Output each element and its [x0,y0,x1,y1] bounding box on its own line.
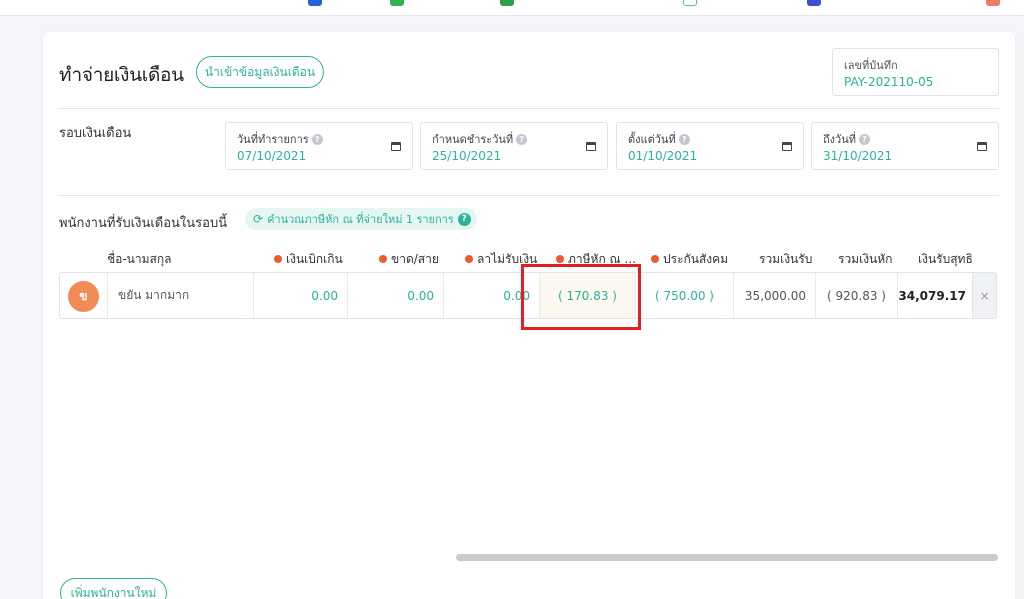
top-toolbar [0,0,1024,16]
advance-input[interactable]: 0.00 [253,273,347,318]
start-date-value: 01/10/2021 [628,149,698,163]
pay-period-label: รอบเงินเดือน [59,126,132,141]
required-dot-icon [651,255,659,263]
transaction-date-label: วันที่ทำรายการ [237,133,309,146]
end-date-value: 31/10/2021 [823,149,893,163]
required-dot-icon [379,255,387,263]
total-deduction-value: ( 920.83 ) [815,273,897,318]
due-date-label: กำหนดชำระวันที่ [432,133,514,146]
toolbar-icon[interactable] [807,0,821,6]
divider [59,108,999,109]
highlight-box [521,264,641,330]
column-header-net-pay: เงินรับสุทธิ [918,252,973,266]
column-header-advance-label: เงินเบิกเกิน [286,252,343,266]
document-number-label: เลขที่บันทึก [844,59,898,72]
import-salary-button[interactable]: นำเข้าข้อมูลเงินเดือน [196,56,324,88]
total-income-value: 35,000.00 [733,273,815,318]
calendar-icon[interactable] [586,142,596,151]
help-icon[interactable]: ? [311,133,323,145]
due-date-field[interactable]: กำหนดชำระวันที่? 25/10/2021 [420,122,608,170]
calendar-icon[interactable] [782,142,792,151]
recalculate-tax-button[interactable]: ⟳ คำนวณภาษีหัก ณ ที่จ่ายใหม่ 1 รายการ ? [245,208,477,230]
calendar-icon[interactable] [977,142,987,151]
transaction-date-field[interactable]: วันที่ทำรายการ? 07/10/2021 [225,122,413,170]
toolbar-icon[interactable] [986,0,1000,6]
toolbar-icon[interactable] [390,0,404,6]
divider [59,195,999,196]
column-header-total-deduction: รวมเงินหัก [838,252,893,266]
page-title: ทำจ่ายเงินเดือน [59,64,184,86]
employee-name: ขยัน มากมาก [107,273,253,318]
calendar-icon[interactable] [391,142,401,151]
toolbar-icon[interactable] [308,0,322,6]
absent-late-input[interactable]: 0.00 [347,273,443,318]
required-dot-icon [274,255,282,263]
column-header-absent-late-label: ขาด/สาย [391,252,439,266]
required-dot-icon [465,255,473,263]
net-pay-value: 34,079.17 [897,273,972,318]
refresh-icon: ⟳ [253,212,264,226]
remove-row-button[interactable]: × [972,273,996,318]
column-header-social-security-label: ประกันสังคม [663,252,729,266]
add-employee-button[interactable]: เพิ่มพนักงานใหม่ [60,578,167,599]
end-date-label: ถึงวันที่ [823,133,856,146]
column-header-total-income: รวมเงินรับ [759,252,813,266]
end-date-field[interactable]: ถึงวันที่? 31/10/2021 [811,122,999,170]
help-icon[interactable]: ? [516,133,528,145]
transaction-date-value: 07/10/2021 [237,149,307,163]
column-header-name: ชื่อ-นามสกุล [107,252,172,266]
start-date-field[interactable]: ตั้งแต่วันที่? 01/10/2021 [616,122,804,170]
required-dot-icon [556,255,564,263]
help-icon[interactable]: ? [457,212,471,226]
avatar: ข [68,281,99,312]
employees-section-label: พนักงานที่รับเงินเดือนในรอบนี้ [59,216,228,231]
document-number-field[interactable]: เลขที่บันทึก PAY-202110-05 [832,48,999,96]
help-icon[interactable]: ? [678,133,690,145]
due-date-value: 25/10/2021 [432,149,502,163]
help-icon[interactable]: ? [858,133,870,145]
start-date-label: ตั้งแต่วันที่ [628,133,676,146]
recalculate-tax-label: คำนวณภาษีหัก ณ ที่จ่ายใหม่ 1 รายการ [267,213,454,226]
horizontal-scrollbar[interactable] [456,554,998,561]
column-header-advance: เงินเบิกเกิน [274,250,343,269]
toolbar-icon[interactable] [500,0,514,6]
column-header-absent-late: ขาด/สาย [379,250,439,269]
column-header-social-security: ประกันสังคม [651,250,728,269]
social-security-input[interactable]: ( 750.00 ) [635,273,733,318]
toolbar-icon[interactable] [683,0,697,6]
document-number-value: PAY-202110-05 [844,75,934,89]
